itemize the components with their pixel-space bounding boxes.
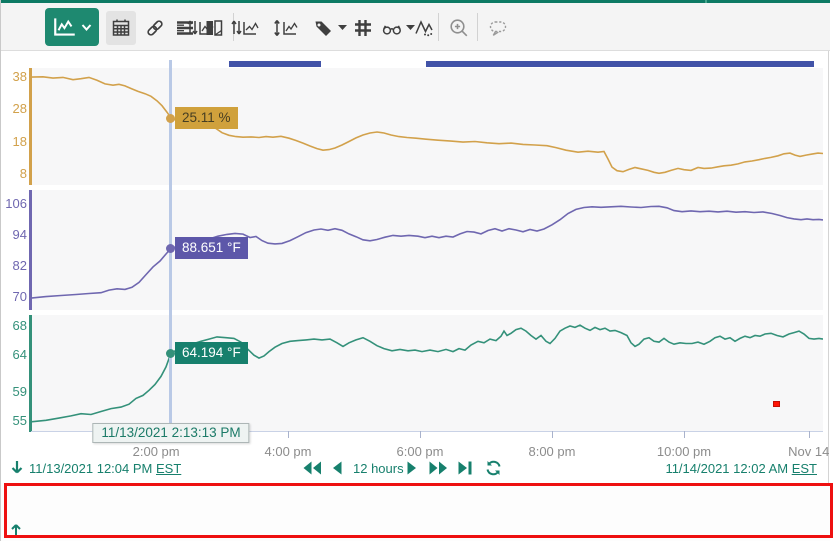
cursor-value-label: 25.11 %	[175, 107, 238, 129]
scales-single-button[interactable]	[228, 11, 262, 45]
range-indicator-bar[interactable]	[426, 61, 814, 67]
duration-button[interactable]: 12 hours	[353, 461, 404, 476]
cursor-dot	[166, 114, 175, 123]
arrow-down-icon[interactable]	[9, 459, 25, 476]
end-timezone-link[interactable]: EST	[792, 461, 817, 476]
y-axis-tick-label: 28	[1, 101, 27, 116]
scale-arrow-chart-icon	[271, 17, 301, 39]
gridlines-button[interactable]	[348, 11, 378, 45]
arrow-up-icon[interactable]	[9, 523, 23, 538]
y-axis-tick-label: 59	[1, 384, 27, 399]
tag-button[interactable]	[309, 11, 349, 45]
y-axis-tick-label: 64	[1, 347, 27, 362]
y-axis-tick-label: 82	[1, 258, 27, 273]
start-time-label: 11/13/2021 12:04 PM EST	[29, 461, 181, 476]
skip-to-end-icon[interactable]	[458, 461, 473, 475]
cursor-dot	[166, 244, 175, 253]
grid-icon	[352, 17, 374, 39]
step-forward-icon[interactable]	[406, 461, 418, 475]
jump-forward-icon[interactable]	[429, 461, 449, 475]
chevron-down-icon	[338, 25, 347, 31]
trend-chart-icon	[52, 16, 78, 38]
x-axis-tick	[420, 431, 421, 438]
toolbar-separator	[438, 13, 439, 41]
x-axis-tick	[809, 431, 810, 438]
spectacles-icon	[381, 17, 403, 39]
timeline-scrubber: Sep '21Nov '21Jan '22Mar '22May '22Jul '…	[1, 483, 830, 541]
cursor-value-label: 64.194 °F	[175, 342, 248, 364]
scale-arrows-chart-icon	[185, 17, 217, 39]
cursor-dot	[166, 349, 175, 358]
zoom-in-button[interactable]	[444, 11, 474, 45]
y-axis-tick-label: 8	[1, 166, 27, 181]
magnifier-plus-icon	[448, 17, 470, 39]
x-axis-tick	[288, 431, 289, 438]
cursor-values-button[interactable]	[410, 11, 438, 45]
range-indicator-bar[interactable]	[229, 61, 321, 67]
end-time-label: 11/14/2021 12:02 AM EST	[665, 461, 817, 476]
cursor-time-tooltip: 11/13/2021 2:13:13 PM	[92, 423, 249, 443]
tag-icon	[312, 17, 334, 39]
step-back-icon[interactable]	[331, 461, 343, 475]
line-chart-percent[interactable]	[31, 68, 823, 185]
x-axis-tick	[552, 431, 553, 438]
comment-button[interactable]	[483, 11, 513, 45]
refresh-icon[interactable]	[485, 460, 502, 476]
y-axis-tick-label: 68	[1, 318, 27, 333]
scale-arrows-chart-icon	[229, 17, 261, 39]
trend-line[interactable]	[31, 325, 823, 422]
time-navigation-bar: 11/13/2021 12:04 PM EST 12 hours 11/14/2…	[1, 455, 830, 483]
trend-line[interactable]	[31, 206, 823, 298]
jump-back-icon[interactable]	[302, 461, 322, 475]
trend-line[interactable]	[31, 77, 823, 174]
y-axis-tick-label: 106	[1, 196, 27, 211]
y-axis-tick-label: 70	[1, 289, 27, 304]
scales-stacked-button[interactable]	[184, 11, 218, 45]
trend-display-menu-button[interactable]	[45, 8, 99, 46]
x-axis-tick	[684, 431, 685, 438]
y-axis-tick-label: 18	[1, 134, 27, 149]
trend-application-window: 382818810694827068645955 2:00 pm4:00 pm6…	[0, 0, 835, 541]
line-chart-temp1[interactable]	[31, 190, 823, 310]
toolbar-separator	[477, 13, 478, 41]
toolbar	[1, 3, 830, 51]
cursor-value-label: 88.651 °F	[175, 237, 248, 259]
start-time-value: 11/13/2021 12:04 PM	[29, 461, 152, 476]
scales-vertical-button[interactable]	[270, 11, 302, 45]
window-frame: 382818810694827068645955 2:00 pm4:00 pm6…	[0, 0, 829, 541]
chevron-down-icon	[81, 21, 92, 33]
cursor-trace-icon	[413, 17, 435, 39]
link-icon	[144, 17, 166, 39]
speech-bubble-icon	[487, 17, 509, 39]
date-range-button[interactable]	[106, 11, 136, 45]
calendar-icon	[110, 17, 132, 39]
y-axis-tick-label: 94	[1, 227, 27, 242]
recording-marker	[773, 401, 780, 407]
y-axis-tick-label: 55	[1, 413, 27, 428]
y-axis-tick-label: 38	[1, 69, 27, 84]
line-chart-temp2[interactable]	[31, 315, 823, 432]
end-time-value: 11/14/2021 12:02 AM	[665, 461, 788, 476]
start-timezone-link[interactable]: EST	[156, 461, 181, 476]
link-button[interactable]	[141, 11, 169, 45]
